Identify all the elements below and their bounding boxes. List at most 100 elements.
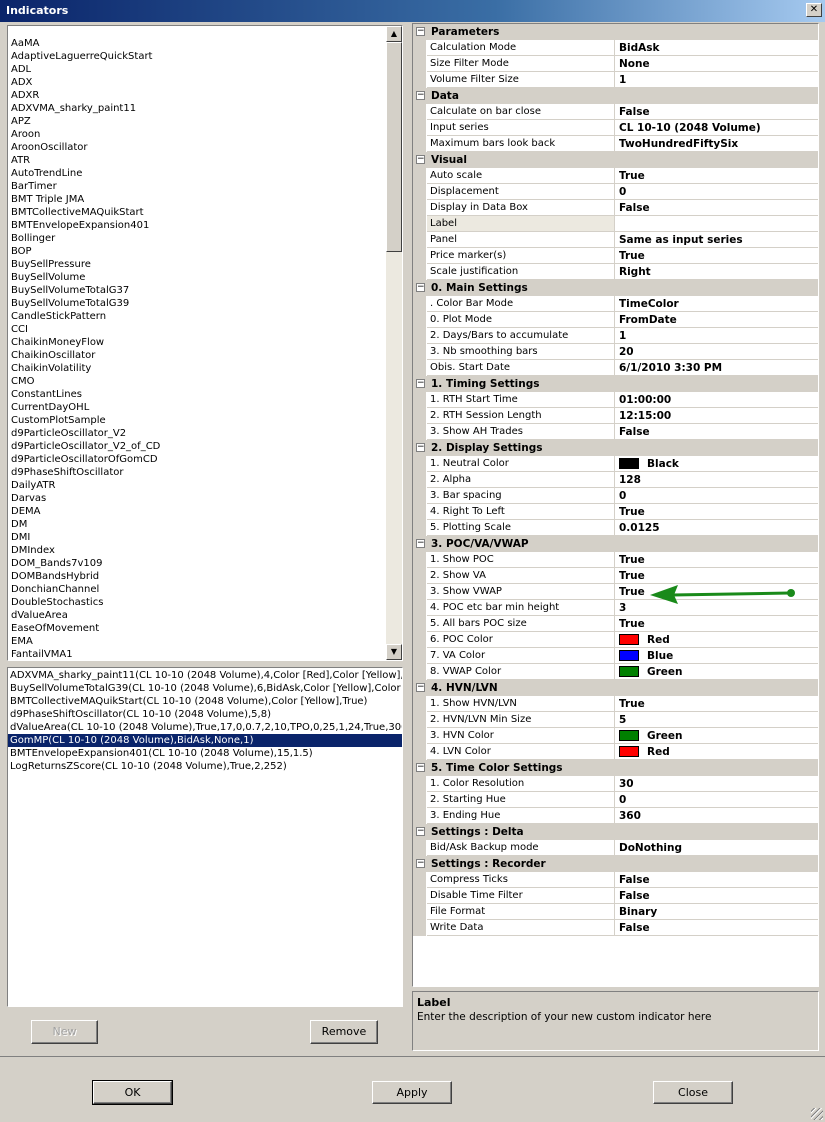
property-value[interactable]: DoNothing — [615, 840, 818, 856]
indicator-list-item[interactable]: d9PhaseShiftOscillator — [11, 466, 160, 479]
indicator-list-item[interactable]: DoubleStochastics — [11, 596, 160, 609]
collapse-toggle-icon[interactable]: − — [416, 827, 425, 836]
property-value[interactable]: True — [615, 248, 818, 264]
indicator-list-item[interactable]: DOM_Bands7v109 — [11, 557, 160, 570]
collapse-toggle-icon[interactable]: − — [416, 683, 425, 692]
indicator-list-item[interactable]: DMIndex — [11, 544, 160, 557]
property-value[interactable]: True — [615, 168, 818, 184]
indicator-list-item[interactable]: CustomPlotSample — [11, 414, 160, 427]
property-row[interactable]: 2. RTH Session Length 12:15:00 — [413, 408, 818, 424]
property-value[interactable]: 0 — [615, 488, 818, 504]
property-value[interactable]: None — [615, 56, 818, 72]
property-value[interactable]: 1 — [615, 72, 818, 88]
indicator-list-item[interactable]: AdaptiveLaguerreQuickStart — [11, 50, 160, 63]
indicator-list-item[interactable]: BMTCollectiveMAQuikStart — [11, 206, 160, 219]
property-value[interactable]: 1 — [615, 328, 818, 344]
property-value[interactable]: Green — [615, 664, 818, 680]
property-row[interactable]: Write Data False — [413, 920, 818, 936]
remove-button[interactable]: Remove — [310, 1020, 378, 1044]
property-value[interactable]: True — [615, 504, 818, 520]
property-value[interactable]: 20 — [615, 344, 818, 360]
property-row[interactable]: Input series CL 10-10 (2048 Volume) — [413, 120, 818, 136]
property-value[interactable]: BidAsk — [615, 40, 818, 56]
collapse-toggle-icon[interactable]: − — [416, 763, 425, 772]
indicator-list-item[interactable]: d9ParticleOscillator_V2_of_CD — [11, 440, 160, 453]
property-value[interactable]: Green — [615, 728, 818, 744]
property-row[interactable]: 4. LVN Color Red — [413, 744, 818, 760]
indicator-list-item[interactable]: dValueArea — [11, 609, 160, 622]
property-value[interactable]: Same as input series — [615, 232, 818, 248]
property-value[interactable]: 128 — [615, 472, 818, 488]
property-value[interactable]: TimeColor — [615, 296, 818, 312]
property-value[interactable]: 12:15:00 — [615, 408, 818, 424]
indicator-list-item[interactable]: ADL — [11, 63, 160, 76]
collapse-toggle-icon[interactable]: − — [416, 27, 425, 36]
close-icon[interactable]: ✕ — [806, 3, 822, 17]
property-value[interactable]: False — [615, 920, 818, 936]
property-value[interactable]: Binary — [615, 904, 818, 920]
property-category[interactable]: −4. HVN/LVN — [413, 680, 818, 696]
indicator-list-item[interactable]: ChaikinOscillator — [11, 349, 160, 362]
indicator-list-item[interactable]: FantailVMA1 — [11, 648, 160, 660]
property-value[interactable]: 6/1/2010 3:30 PM — [615, 360, 818, 376]
indicator-list-item[interactable]: BuySellVolumeTotalG39 — [11, 297, 160, 310]
property-row[interactable]: 3. Nb smoothing bars 20 — [413, 344, 818, 360]
indicator-list-item[interactable]: BarTimer — [11, 180, 160, 193]
indicator-list-item[interactable]: DMI — [11, 531, 160, 544]
property-grid[interactable]: − Parameters Calculation Mode BidAsk Size Fi… — [412, 23, 819, 987]
property-value[interactable]: 30 — [615, 776, 818, 792]
property-value[interactable]: CL 10-10 (2048 Volume) — [615, 120, 818, 136]
property-row[interactable]: File Format Binary — [413, 904, 818, 920]
property-value[interactable]: 5 — [615, 712, 818, 728]
new-button[interactable]: New — [31, 1020, 98, 1044]
collapse-toggle-icon[interactable]: − — [416, 155, 425, 164]
property-row[interactable]: Obis. Start Date 6/1/2010 3:30 PM — [413, 360, 818, 376]
property-value[interactable]: False — [615, 424, 818, 440]
property-value[interactable]: 01:00:00 — [615, 392, 818, 408]
indicator-list-item[interactable]: APZ — [11, 115, 160, 128]
property-row[interactable]: 5. All bars POC size True — [413, 616, 818, 632]
property-category[interactable]: −2. Display Settings — [413, 440, 818, 456]
indicator-list-item[interactable]: BuySellVolumeTotalG37 — [11, 284, 160, 297]
indicator-list-item[interactable]: d9ParticleOscillatorOfGomCD — [11, 453, 160, 466]
property-value[interactable]: False — [615, 200, 818, 216]
apply-button[interactable]: Apply — [372, 1081, 452, 1104]
indicator-list-item[interactable]: ChaikinMoneyFlow — [11, 336, 160, 349]
collapse-toggle-icon[interactable]: − — [416, 443, 425, 452]
property-row[interactable]: Panel Same as input series — [413, 232, 818, 248]
property-row[interactable]: 3. Ending Hue 360 — [413, 808, 818, 824]
property-category[interactable]: −0. Main Settings — [413, 280, 818, 296]
indicator-list-scrollbar[interactable]: ▲ ▼ — [386, 26, 402, 660]
property-row[interactable]: 6. POC Color Red — [413, 632, 818, 648]
property-row[interactable]: 0. Plot Mode FromDate — [413, 312, 818, 328]
property-value[interactable]: Blue — [615, 648, 818, 664]
applied-indicator-item[interactable]: ADXVMA_sharky_paint11(CL 10-10 (2048 Vol… — [8, 669, 402, 682]
applied-indicator-item[interactable]: dValueArea(CL 10-10 (2048 Volume),True,1… — [8, 721, 402, 734]
indicator-list-item[interactable]: CandleStickPattern — [11, 310, 160, 323]
indicator-list-item[interactable]: Aroon — [11, 128, 160, 141]
indicator-list-item[interactable]: CurrentDayOHL — [11, 401, 160, 414]
indicator-list-item[interactable]: AaMA — [11, 37, 160, 50]
property-value[interactable]: 0 — [615, 792, 818, 808]
applied-indicator-item[interactable]: d9PhaseShiftOscillator(CL 10-10 (2048 Vo… — [8, 708, 402, 721]
indicator-list-item[interactable]: BMTEnvelopeExpansion401 — [11, 219, 160, 232]
indicator-list-item[interactable]: CCI — [11, 323, 160, 336]
indicator-list-item[interactable]: ADXR — [11, 89, 160, 102]
scroll-thumb[interactable] — [386, 42, 402, 252]
indicator-list-item[interactable]: BOP — [11, 245, 160, 258]
property-row[interactable]: 4. Right To Left True — [413, 504, 818, 520]
property-value[interactable]: True — [615, 616, 818, 632]
property-row[interactable]: Maximum bars look back TwoHundredFiftySix — [413, 136, 818, 152]
applied-indicators-list[interactable]: ADXVMA_sharky_paint11(CL 10-10 (2048 Vol… — [7, 667, 403, 1007]
indicator-list-item[interactable]: EMA — [11, 635, 160, 648]
property-row[interactable]: Price marker(s) True — [413, 248, 818, 264]
property-row[interactable]: 7. VA Color Blue — [413, 648, 818, 664]
property-row[interactable]: Compress Ticks False — [413, 872, 818, 888]
indicator-list-item[interactable]: DM — [11, 518, 160, 531]
property-row[interactable]: 3. HVN Color Green — [413, 728, 818, 744]
property-value[interactable]: 0.0125 — [615, 520, 818, 536]
indicator-list-item[interactable]: BuySellVolume — [11, 271, 160, 284]
applied-indicator-item[interactable]: BMTCollectiveMAQuikStart(CL 10-10 (2048 … — [8, 695, 402, 708]
property-category[interactable]: − Visual — [413, 152, 818, 168]
indicator-list-item[interactable]: EaseOfMovement — [11, 622, 160, 635]
